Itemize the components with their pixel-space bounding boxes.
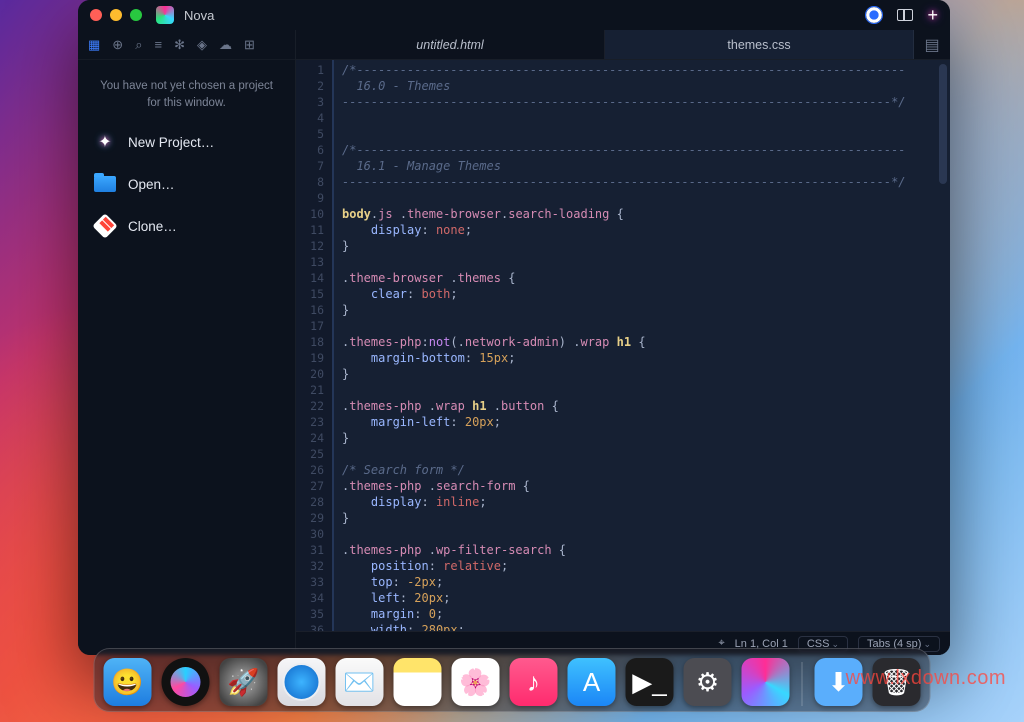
dock-preferences[interactable]: ⚙ — [684, 658, 732, 706]
code-line[interactable]: width: 280px; — [342, 622, 926, 631]
scrollbar-track — [936, 60, 950, 631]
app-icon — [156, 6, 174, 24]
code-line[interactable]: ----------------------------------------… — [342, 174, 926, 190]
tab-overflow-icon[interactable]: ▤ — [914, 30, 950, 59]
code-line[interactable] — [342, 526, 926, 542]
git-icon — [94, 216, 116, 236]
code-line[interactable]: /* Search form */ — [342, 462, 926, 478]
filter-icon[interactable]: ≡ — [154, 37, 162, 52]
dock-mail[interactable]: ✉️ — [336, 658, 384, 706]
folder-icon — [94, 174, 116, 194]
code-line[interactable] — [342, 446, 926, 462]
snowflake-icon[interactable]: ✻ — [174, 37, 185, 53]
code-line[interactable] — [342, 254, 926, 270]
code-line[interactable] — [342, 318, 926, 334]
dock-music[interactable]: ♪ — [510, 658, 558, 706]
window-controls — [90, 9, 142, 21]
code-line[interactable]: body.js .theme-browser.search-loading { — [342, 206, 926, 222]
editor-pane: untitled.html themes.css ▤ 1234567891011… — [296, 30, 950, 655]
symbols-icon[interactable]: ◈ — [197, 37, 207, 53]
dock-safari[interactable] — [278, 658, 326, 706]
sidebar: ▦ ⊕ ⌕ ≡ ✻ ◈ ☁ ⊞ You have not yet chosen … — [78, 30, 296, 655]
dock-appstore[interactable]: A — [568, 658, 616, 706]
new-project-button[interactable]: ✦ New Project… — [86, 125, 287, 159]
code-line[interactable]: top: -2px; — [342, 574, 926, 590]
code-line[interactable]: .themes-php .wp-filter-search { — [342, 542, 926, 558]
code-line[interactable] — [342, 126, 926, 142]
sidebar-hint: You have not yet chosen a project for th… — [78, 60, 295, 121]
new-tab-button[interactable]: + — [927, 5, 938, 26]
code-line[interactable]: 16.1 - Manage Themes — [342, 158, 926, 174]
dock-siri[interactable] — [162, 658, 210, 706]
tab-untitled-html[interactable]: untitled.html — [296, 30, 605, 59]
dock: 😀 🚀 ✉️ 🌸 ♪ A ▶_ ⚙ ⬇ 🗑 — [94, 648, 931, 712]
code-line[interactable]: } — [342, 238, 926, 254]
preview-icon[interactable] — [865, 6, 883, 24]
clone-label: Clone… — [128, 219, 177, 234]
open-label: Open… — [128, 177, 175, 192]
minimize-window-button[interactable] — [110, 9, 122, 21]
dock-launchpad[interactable]: 🚀 — [220, 658, 268, 706]
app-name: Nova — [184, 8, 214, 23]
code-line[interactable]: .theme-browser .themes { — [342, 270, 926, 286]
dock-notes[interactable] — [394, 658, 442, 706]
dock-trash[interactable]: 🗑 — [873, 658, 921, 706]
app-window: Nova + ▦ ⊕ ⌕ ≡ ✻ ◈ ☁ ⊞ You have not yet … — [78, 0, 950, 655]
titlebar: Nova + — [78, 0, 950, 30]
code-line[interactable]: clear: both; — [342, 286, 926, 302]
code-line[interactable]: display: inline; — [342, 494, 926, 510]
globe-icon[interactable]: ⊕ — [112, 37, 123, 53]
sparkle-icon: ✦ — [94, 132, 116, 152]
tab-themes-css[interactable]: themes.css — [605, 30, 914, 59]
code-line[interactable]: /*--------------------------------------… — [342, 62, 926, 78]
code-line[interactable]: .themes-php .search-form { — [342, 478, 926, 494]
line-number-gutter: 1234567891011121314151617181920212223242… — [296, 60, 332, 631]
code-line[interactable]: margin: 0; — [342, 606, 926, 622]
code-line[interactable]: .themes-php .wrap h1 .button { — [342, 398, 926, 414]
code-line[interactable]: margin-left: 20px; — [342, 414, 926, 430]
grid-icon[interactable]: ⊞ — [244, 37, 255, 53]
layout-toggle-icon[interactable] — [897, 9, 913, 21]
code-line[interactable]: ----------------------------------------… — [342, 94, 926, 110]
code-line[interactable]: /*--------------------------------------… — [342, 142, 926, 158]
sidebar-tabbar: ▦ ⊕ ⌕ ≡ ✻ ◈ ☁ ⊞ — [78, 30, 295, 60]
code-line[interactable]: } — [342, 302, 926, 318]
code-line[interactable] — [342, 110, 926, 126]
zoom-window-button[interactable] — [130, 9, 142, 21]
dock-downloads[interactable]: ⬇ — [815, 658, 863, 706]
code-area[interactable]: /*--------------------------------------… — [332, 60, 936, 631]
code-line[interactable]: margin-bottom: 15px; — [342, 350, 926, 366]
files-icon[interactable]: ▦ — [88, 37, 100, 53]
code-line[interactable] — [342, 382, 926, 398]
dock-separator — [802, 662, 803, 706]
code-line[interactable]: } — [342, 366, 926, 382]
code-line[interactable]: 16.0 - Themes — [342, 78, 926, 94]
code-line[interactable]: } — [342, 430, 926, 446]
clone-button[interactable]: Clone… — [86, 209, 287, 243]
code-line[interactable]: } — [342, 510, 926, 526]
code-line[interactable]: display: none; — [342, 222, 926, 238]
scrollbar-thumb[interactable] — [939, 64, 947, 184]
code-line[interactable]: left: 20px; — [342, 590, 926, 606]
dock-finder[interactable]: 😀 — [104, 658, 152, 706]
editor-tabs: untitled.html themes.css ▤ — [296, 30, 950, 60]
open-button[interactable]: Open… — [86, 167, 287, 201]
dock-photos[interactable]: 🌸 — [452, 658, 500, 706]
code-line[interactable]: position: relative; — [342, 558, 926, 574]
code-line[interactable]: .themes-php:not(.network-admin) .wrap h1… — [342, 334, 926, 350]
code-line[interactable] — [342, 190, 926, 206]
dock-nova[interactable] — [742, 658, 790, 706]
new-project-label: New Project… — [128, 135, 214, 150]
cloud-icon[interactable]: ☁ — [219, 37, 232, 53]
close-window-button[interactable] — [90, 9, 102, 21]
search-icon[interactable]: ⌕ — [135, 37, 142, 53]
dock-terminal[interactable]: ▶_ — [626, 658, 674, 706]
